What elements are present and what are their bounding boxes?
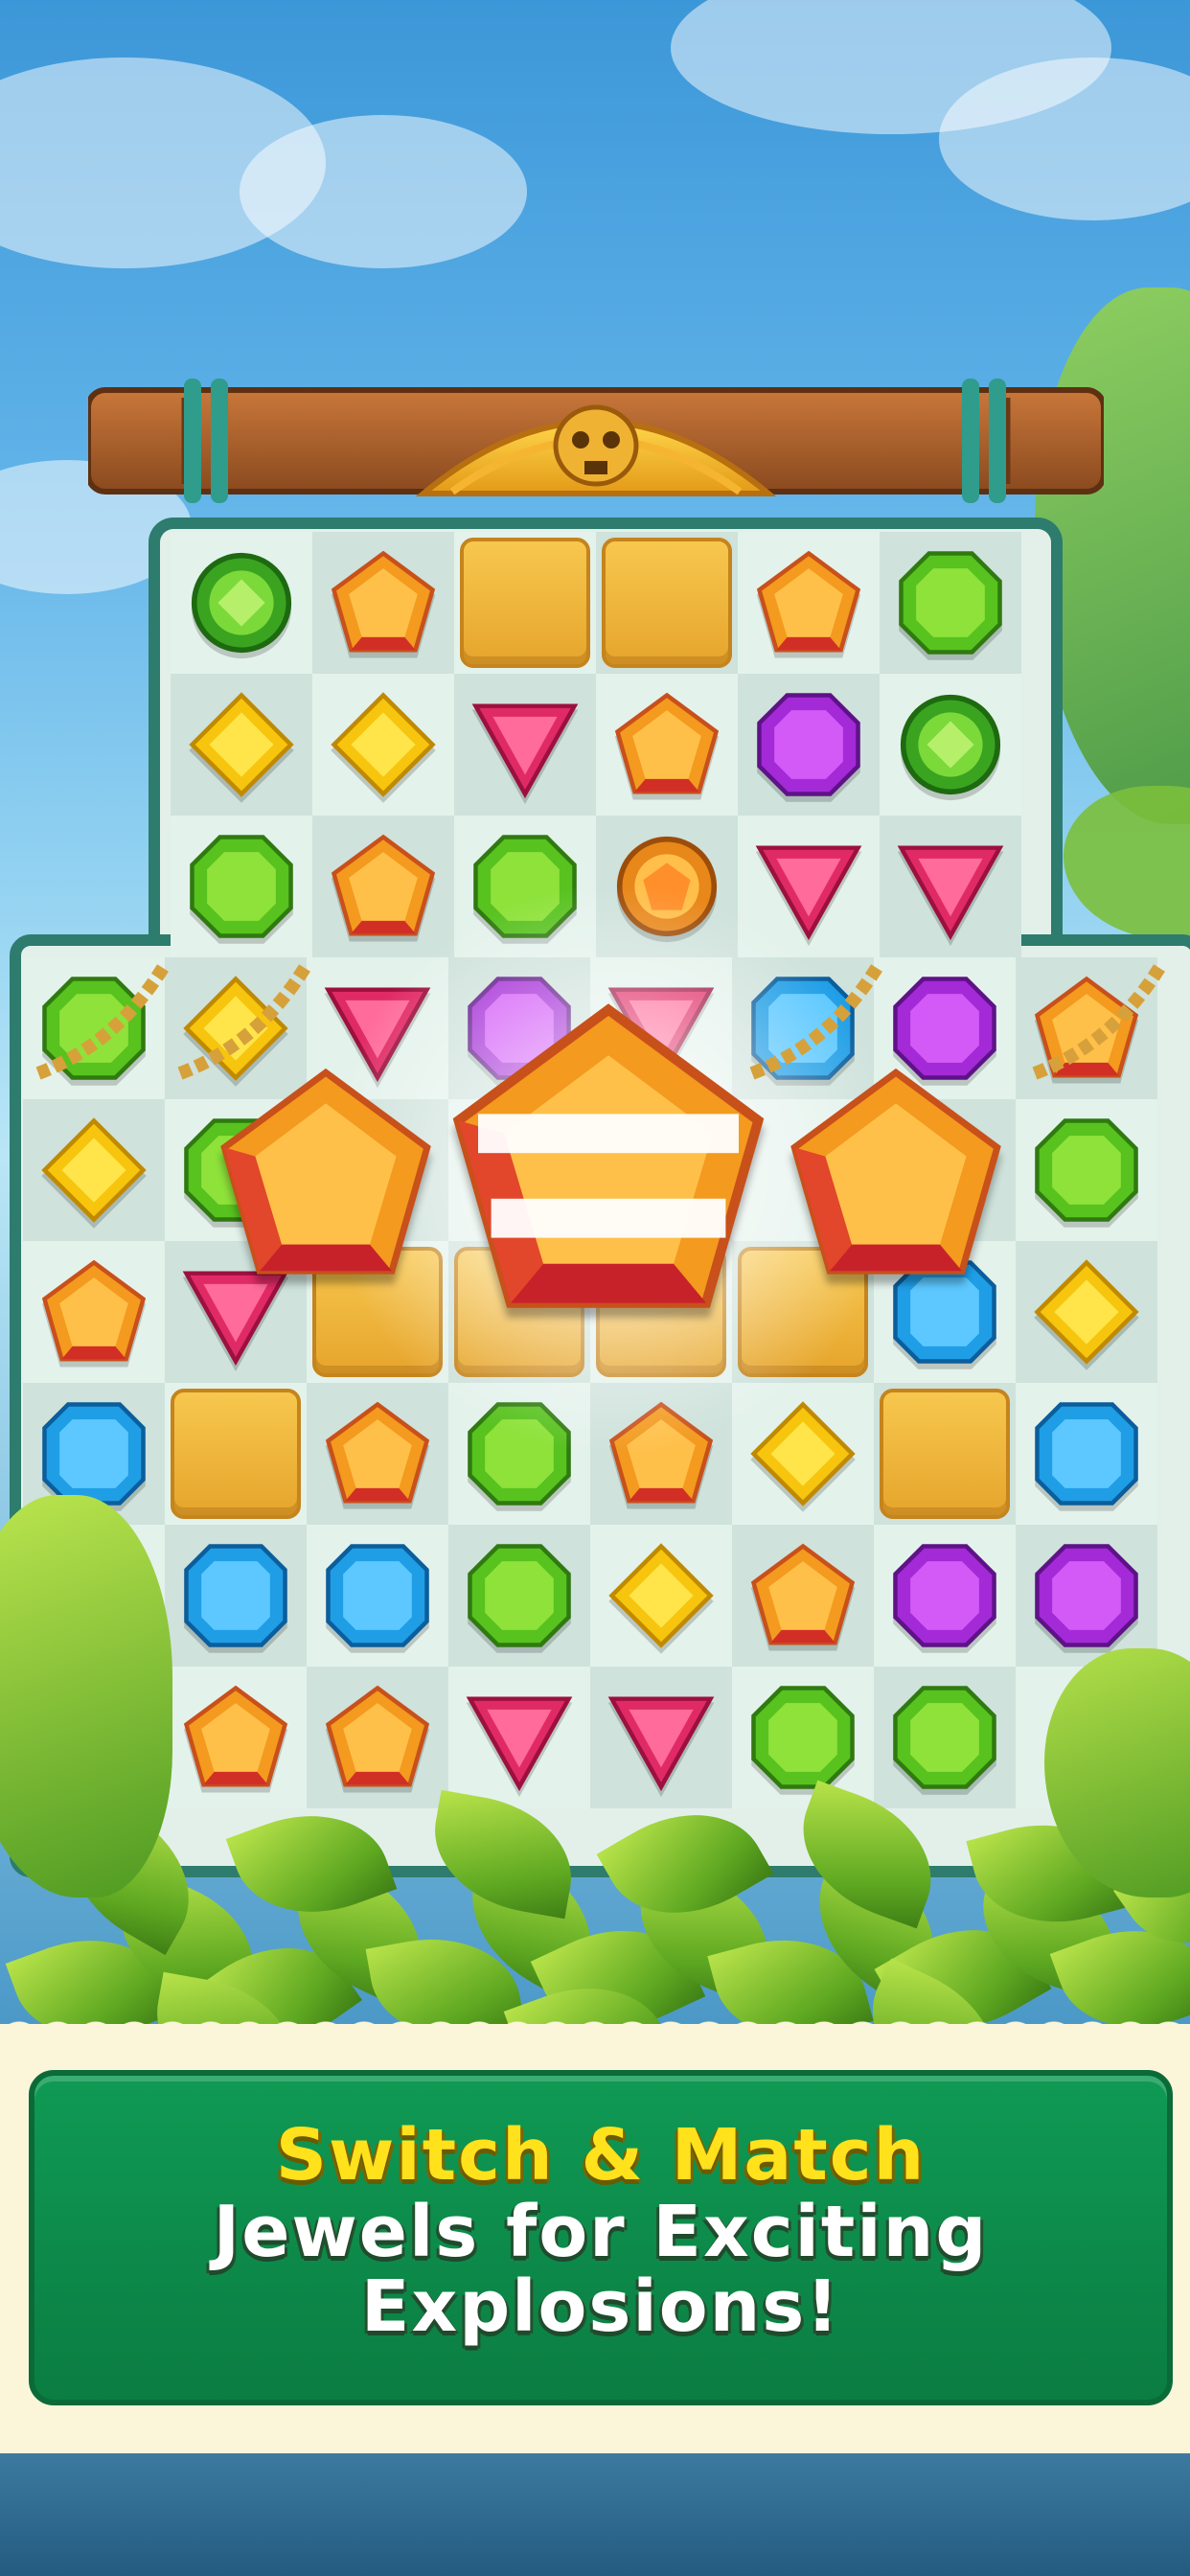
ring-green-gem[interactable]	[897, 691, 1004, 798]
sand-block[interactable]	[460, 538, 590, 668]
purple-octagon-gem[interactable]	[891, 1542, 998, 1649]
cloud	[240, 115, 527, 268]
rope-lock	[171, 958, 314, 1083]
game-scene: Switch & Match Jewels for Exciting Explo…	[0, 0, 1190, 2576]
green-octagon-gem[interactable]	[1033, 1116, 1140, 1224]
wooden-sign	[85, 379, 1107, 503]
big-orange-gem-striped	[446, 997, 771, 1322]
purple-octagon-gem[interactable]	[755, 691, 862, 798]
ring-green-gem[interactable]	[188, 549, 295, 656]
sand-block[interactable]	[880, 1389, 1010, 1519]
palm-leaves	[1064, 786, 1190, 939]
headline-banner: Switch & Match Jewels for Exciting Explo…	[29, 2070, 1173, 2405]
big-orange-gem-right	[786, 1064, 1006, 1284]
pink-triangle-gem[interactable]	[897, 833, 1004, 940]
blue-octagon-gem[interactable]	[1033, 1400, 1140, 1507]
blue-octagon-gem[interactable]	[324, 1542, 431, 1649]
orange-pentagon-gem[interactable]	[330, 549, 437, 656]
orange-pentagon-gem[interactable]	[330, 833, 437, 940]
bottom-background	[0, 2453, 1190, 2576]
orange-pentagon-gem[interactable]	[613, 691, 721, 798]
pink-triangle-gem[interactable]	[607, 1684, 715, 1791]
orange-pentagon-gem[interactable]	[40, 1258, 148, 1366]
orange-pentagon-gem[interactable]	[324, 1400, 431, 1507]
yellow-diamond-gem[interactable]	[1033, 1258, 1140, 1366]
yellow-diamond-gem[interactable]	[607, 1542, 715, 1649]
green-octagon-gem[interactable]	[188, 833, 295, 940]
orange-pentagon-gem[interactable]	[324, 1684, 431, 1791]
fern-leaves-left	[0, 1495, 172, 1898]
green-octagon-gem[interactable]	[749, 1684, 857, 1791]
sand-block[interactable]	[171, 1389, 301, 1519]
yellow-diamond-gem[interactable]	[188, 691, 295, 798]
purple-octagon-gem[interactable]	[1033, 1542, 1140, 1649]
pink-triangle-gem[interactable]	[471, 691, 579, 798]
headline-line-3: Explosions!	[360, 2266, 841, 2348]
sand-block[interactable]	[602, 538, 732, 668]
headline-line-2: Jewels for Exciting	[213, 2191, 989, 2273]
big-orange-gem-left	[216, 1064, 436, 1284]
headline-line-1: Switch & Match	[275, 2114, 927, 2196]
pink-triangle-gem[interactable]	[466, 1684, 573, 1791]
rope-lock	[29, 958, 172, 1083]
orange-pentagon-gem[interactable]	[749, 1542, 857, 1649]
green-octagon-gem[interactable]	[891, 1684, 998, 1791]
green-octagon-gem[interactable]	[466, 1542, 573, 1649]
green-octagon-gem[interactable]	[897, 549, 1004, 656]
leaf	[423, 1789, 584, 1920]
rope-lock	[743, 958, 886, 1083]
yellow-diamond-gem[interactable]	[40, 1116, 148, 1224]
yellow-diamond-gem[interactable]	[330, 691, 437, 798]
orange-pentagon-gem[interactable]	[755, 549, 862, 656]
rope-lock	[1025, 958, 1169, 1083]
blue-octagon-gem[interactable]	[182, 1542, 289, 1649]
blue-octagon-gem[interactable]	[40, 1400, 148, 1507]
leaf	[781, 1780, 953, 1929]
orange-pentagon-gem[interactable]	[182, 1684, 289, 1791]
